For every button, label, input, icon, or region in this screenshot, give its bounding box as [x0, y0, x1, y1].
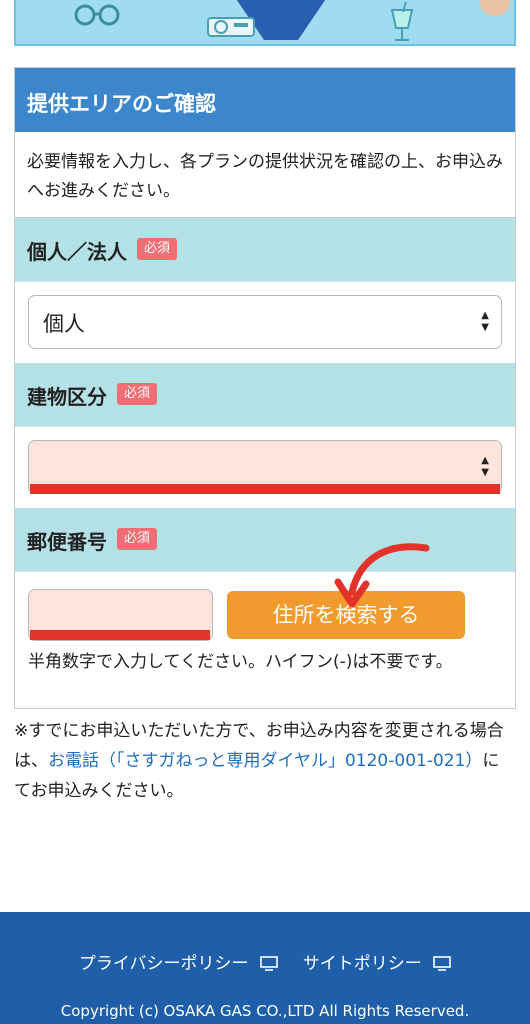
building-type-label-text: 建物区分	[27, 385, 107, 409]
customer-type-select[interactable]: 個人 ▲ ▼	[28, 295, 502, 349]
postal-code-label-text: 郵便番号	[27, 530, 107, 554]
select-arrows-icon: ▲ ▼	[481, 310, 489, 333]
page-footer: プライバシーポリシー サイトポリシー Copyright (c) OSAKA G…	[0, 912, 530, 1024]
customer-type-value: 個人	[43, 312, 85, 336]
projector-icon	[207, 17, 255, 37]
site-policy-link[interactable]: サイトポリシー	[303, 954, 422, 974]
glasses-icon	[74, 4, 120, 26]
annotation-underline-postal	[30, 630, 210, 640]
form-intro-text: 必要情報を入力し、各プランの提供状況を確認の上、お申込みへお進みください。	[15, 132, 515, 218]
annotation-underline-building	[30, 484, 500, 494]
copyright-text: Copyright (c) OSAKA GAS CO.,LTD All Righ…	[60, 1002, 470, 1020]
required-badge: 必須	[117, 383, 158, 405]
area-check-form: 提供エリアのご確認 必要情報を入力し、各プランの提供状況を確認の上、お申込みへお…	[14, 67, 516, 709]
required-badge: 必須	[137, 238, 178, 260]
postal-code-hint: 半角数字で入力してください。ハイフン(-)は不要です。	[28, 652, 453, 672]
building-type-label: 建物区分 必須	[15, 363, 515, 427]
top-banner	[14, 0, 516, 46]
postal-code-label: 郵便番号 必須	[15, 508, 515, 572]
arrow-annotation-icon	[334, 543, 430, 608]
drink-icon	[390, 2, 414, 41]
external-window-icon	[433, 956, 451, 971]
phone-contact-link[interactable]: お電話（「さすガねっと専用ダイヤル」0120-001-021）	[48, 751, 482, 771]
required-badge: 必須	[117, 528, 158, 550]
customer-type-label-text: 個人／法人	[27, 240, 127, 264]
select-arrows-icon: ▲ ▼	[481, 455, 489, 478]
existing-applicant-note: ※すでにお申込いただいた方で、お申込み内容を変更される場合は、お電話（「さすガね…	[14, 716, 514, 806]
customer-type-label: 個人／法人 必須	[15, 218, 515, 282]
external-window-icon	[260, 956, 278, 971]
form-title: 提供エリアのご確認	[15, 68, 515, 132]
privacy-policy-link[interactable]: プライバシーポリシー	[79, 954, 249, 974]
banner-hand-graphic	[480, 0, 510, 16]
